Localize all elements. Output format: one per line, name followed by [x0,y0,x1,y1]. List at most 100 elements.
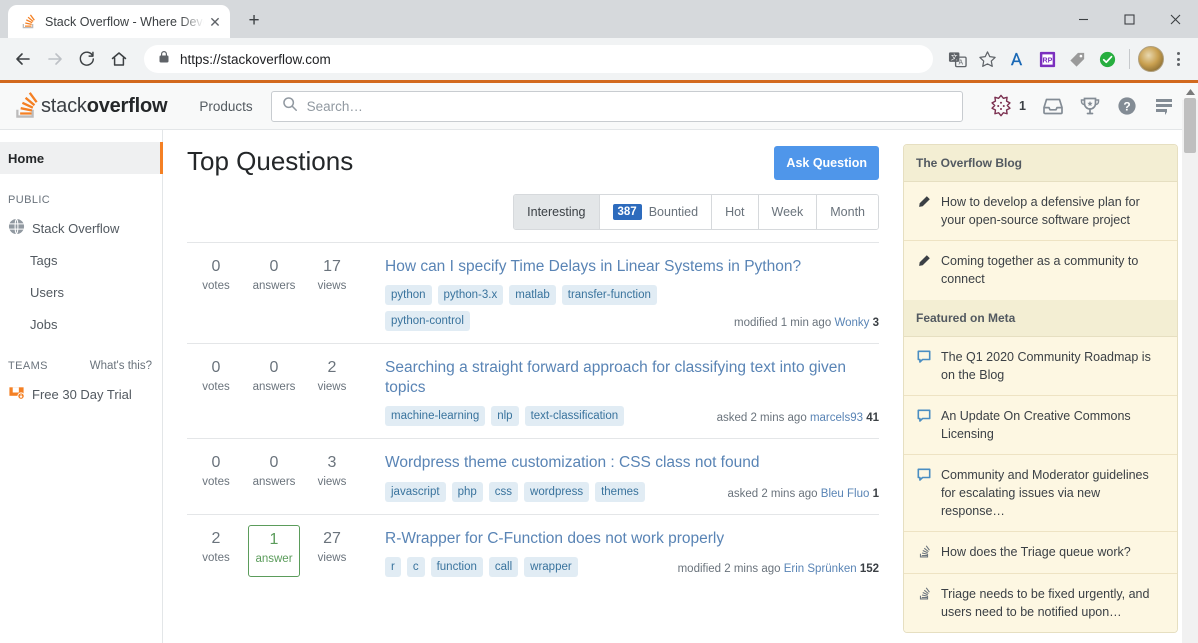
activity-user-link[interactable]: Bleu Fluo [821,488,870,500]
sidebar-item-free-trial[interactable]: Free 30 Day Trial [0,378,162,410]
featured-on-meta-heading: Featured on Meta [904,299,1177,337]
back-icon[interactable] [8,44,38,74]
question-row: 2 votes 1 answer 27 views R-Wrapper for … [187,513,879,589]
site-switcher-icon[interactable] [1147,90,1180,123]
rail-list-item[interactable]: How to develop a defensive plan for your… [904,182,1177,242]
question-list: 0 votes 0 answers 17 views How can I spe… [187,242,879,589]
maximize-icon[interactable] [1106,0,1152,38]
question-tag[interactable]: nlp [491,406,519,427]
pencil-icon [916,252,932,288]
rp-extension-icon[interactable]: RP [1033,45,1061,73]
trophy-icon[interactable] [1073,90,1106,123]
avatar[interactable] [1138,46,1164,72]
close-window-icon[interactable] [1152,0,1198,38]
activity-user-link[interactable]: Erin Sprünken [784,563,857,575]
forward-icon[interactable] [40,44,70,74]
tag-extension-icon[interactable] [1063,45,1091,73]
close-icon[interactable]: ✕ [206,13,224,31]
question-title-link[interactable]: Wordpress theme customization : CSS clas… [385,454,759,471]
sidebar-item-label: Jobs [30,316,58,332]
rail-list-item[interactable]: How does the Triage queue work? [904,532,1177,574]
question-filter-tabs: Interesting 387 Bountied Hot Week Month [513,194,879,230]
question-tag[interactable]: r [385,556,401,577]
rail-list-item[interactable]: An Update On Creative Commons Licensing [904,395,1177,455]
tab-interesting[interactable]: Interesting [514,195,599,229]
rail-list-item[interactable]: Community and Moderator guidelines for e… [904,455,1177,533]
question-tag[interactable]: c [406,556,425,577]
ask-question-button[interactable]: Ask Question [774,146,879,180]
activity-user-link[interactable]: marcels93 [810,412,863,424]
translate-icon[interactable]: 文A [943,45,971,73]
answer-count: 0 answers [245,257,303,331]
chrome-menu-icon[interactable] [1166,52,1190,66]
view-label: views [317,551,347,564]
question-tag[interactable]: text-classification [524,406,625,427]
minimize-icon[interactable] [1060,0,1106,38]
view-label: views [317,280,347,292]
rail-list-item[interactable]: Coming together as a community to connec… [904,241,1177,300]
browser-tab[interactable]: Stack Overflow - Where Devel ✕ [8,5,230,38]
sidebar-item-jobs[interactable]: Jobs [0,308,162,340]
answer-label: answers [252,381,296,394]
tab-week[interactable]: Week [757,195,817,229]
page-scrollbar[interactable] [1182,83,1198,643]
stackoverflow-logo[interactable]: stackoverflow [12,91,168,121]
view-count: 27 views [303,529,361,577]
tab-month[interactable]: Month [816,195,878,229]
vote-number: 2 [211,529,221,547]
sidebar-item-tags[interactable]: Tags [0,244,162,276]
question-tag[interactable]: python-3.x [437,285,504,306]
address-bar[interactable]: https://stackoverflow.com [144,45,933,73]
home-icon[interactable] [104,44,134,74]
rail-list-item[interactable]: Triage needs to be fixed urgently, and u… [904,573,1177,632]
scrollbar-thumb[interactable] [1184,98,1196,153]
answer-count: 1 answer [248,524,300,577]
question-tag[interactable]: python-control [385,311,470,332]
question-tag[interactable]: python [385,285,432,306]
activity-action: asked [727,487,759,500]
achievements-badge-icon[interactable] [984,90,1017,123]
grammarly-icon[interactable] [1003,45,1031,73]
question-filter-row: Interesting 387 Bountied Hot Week Month [187,194,879,230]
reload-icon[interactable] [72,44,102,74]
new-tab-button[interactable]: + [240,7,268,35]
tab-bountied[interactable]: 387 Bountied [598,195,712,229]
nav-products[interactable]: Products [189,99,262,114]
question-tag[interactable]: wrapper [524,556,578,577]
sidebar-item-stack-overflow[interactable]: Stack Overflow [0,212,162,244]
sidebar-item-home[interactable]: Home [0,142,163,174]
question-tag[interactable]: function [430,556,483,577]
question-tag[interactable]: transfer-function [561,285,657,306]
question-tag[interactable]: wordpress [524,481,590,502]
inbox-icon[interactable] [1036,90,1069,123]
main-header: Top Questions Ask Question [187,130,879,180]
bookmark-star-icon[interactable] [973,45,1001,73]
question-tag[interactable]: themes [595,481,645,502]
lock-icon [158,50,170,68]
sidebar-item-users[interactable]: Users [0,276,162,308]
question-title-link[interactable]: How can I specify Time Delays in Linear … [385,258,801,275]
teams-whats-this-link[interactable]: What's this? [90,360,152,372]
speech-bubble-icon [916,407,932,443]
question-tag[interactable]: php [451,481,483,502]
question-tag[interactable]: matlab [509,285,556,306]
search-input[interactable]: Search… [270,90,963,122]
question-tag[interactable]: machine-learning [385,406,486,427]
rail-list-item[interactable]: The Q1 2020 Community Roadmap is on the … [904,336,1177,396]
question-tag[interactable]: css [488,481,519,502]
view-count: 2 views [303,358,361,426]
rail-item-text: An Update On Creative Commons Licensing [941,408,1131,441]
question-activity: modified 1 min ago Wonky 3 [734,317,879,331]
help-icon[interactable]: ? [1110,90,1143,123]
tab-hot[interactable]: Hot [711,195,758,229]
browser-tab-title: Stack Overflow - Where Devel [45,14,204,29]
rail-item-text: Triage needs to be fixed urgently, and u… [941,586,1150,619]
tab-label: Interesting [527,205,586,219]
green-check-extension-icon[interactable] [1093,45,1121,73]
question-title-link[interactable]: R-Wrapper for C-Function does not work p… [385,530,724,547]
activity-user-link[interactable]: Wonky [834,317,869,329]
site-logo-text: stackoverflow [41,94,168,117]
question-title-link[interactable]: Searching a straight forward approach fo… [385,359,846,396]
question-tag[interactable]: call [488,556,519,577]
question-tag[interactable]: javascript [385,481,446,502]
